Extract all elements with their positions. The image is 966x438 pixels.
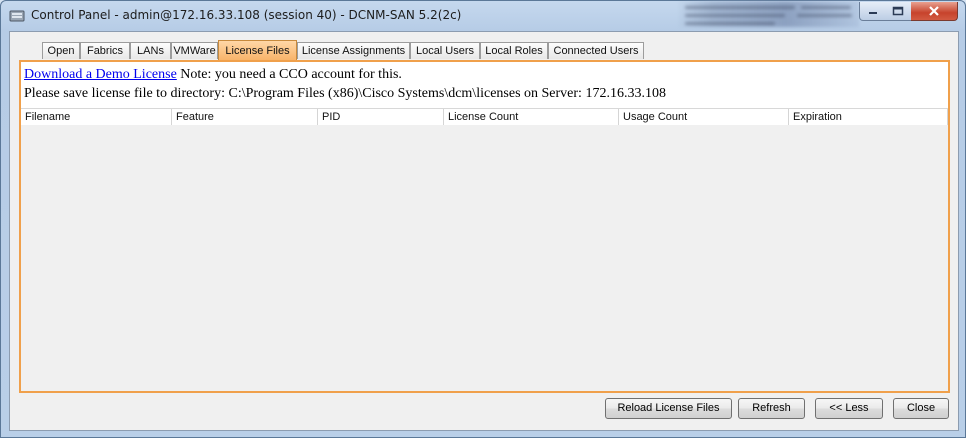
window-title: Control Panel - admin@172.16.33.108 (ses…: [31, 8, 462, 22]
maximize-button[interactable]: [885, 2, 912, 21]
tab-local-users[interactable]: Local Users: [410, 42, 480, 59]
tab-fabrics[interactable]: Fabrics: [80, 42, 130, 59]
less-button[interactable]: << Less: [815, 398, 883, 419]
column-header-expiration[interactable]: Expiration: [789, 109, 948, 125]
reload-license-files-button[interactable]: Reload License Files: [605, 398, 732, 419]
column-header-license-count[interactable]: License Count: [444, 109, 619, 125]
column-header-filename[interactable]: Filename: [21, 109, 172, 125]
download-demo-license-link[interactable]: Download a Demo License: [24, 67, 177, 82]
minimize-button[interactable]: [859, 2, 887, 21]
column-header-usage-count[interactable]: Usage Count: [619, 109, 789, 125]
window-close-button[interactable]: [911, 2, 958, 21]
tab-connected-users[interactable]: Connected Users: [548, 42, 644, 59]
license-table-body[interactable]: [21, 125, 948, 391]
control-panel-window: Control Panel - admin@172.16.33.108 (ses…: [0, 0, 966, 438]
tab-license-files[interactable]: License Files: [218, 40, 297, 60]
license-info: Download a Demo License Note: you need a…: [21, 62, 948, 108]
tab-license-assignments[interactable]: License Assignments: [297, 42, 410, 59]
tab-lans[interactable]: LANs: [130, 42, 171, 59]
control-panel-content: Open Fabrics LANs VMWare License Files L…: [9, 31, 959, 431]
license-files-panel: Download a Demo License Note: you need a…: [19, 60, 950, 393]
demo-license-line: Download a Demo License Note: you need a…: [24, 67, 402, 83]
close-button[interactable]: Close: [893, 398, 949, 419]
refresh-button[interactable]: Refresh: [738, 398, 805, 419]
title-bar[interactable]: Control Panel - admin@172.16.33.108 (ses…: [1, 1, 965, 31]
cco-note: Note: you need a CCO account for this.: [176, 67, 402, 82]
tab-vmware[interactable]: VMWare: [171, 42, 218, 59]
tab-strip: Open Fabrics LANs VMWare License Files L…: [10, 40, 958, 60]
license-table-header: Filename Feature PID License Count Usage…: [21, 108, 948, 126]
save-path-line: Please save license file to directory: C…: [24, 86, 666, 101]
column-header-pid[interactable]: PID: [318, 109, 444, 125]
server-icon: [9, 8, 25, 22]
column-header-feature[interactable]: Feature: [172, 109, 318, 125]
tab-local-roles[interactable]: Local Roles: [480, 42, 548, 59]
blurred-background-window: [677, 1, 859, 27]
tab-open[interactable]: Open: [42, 42, 80, 59]
